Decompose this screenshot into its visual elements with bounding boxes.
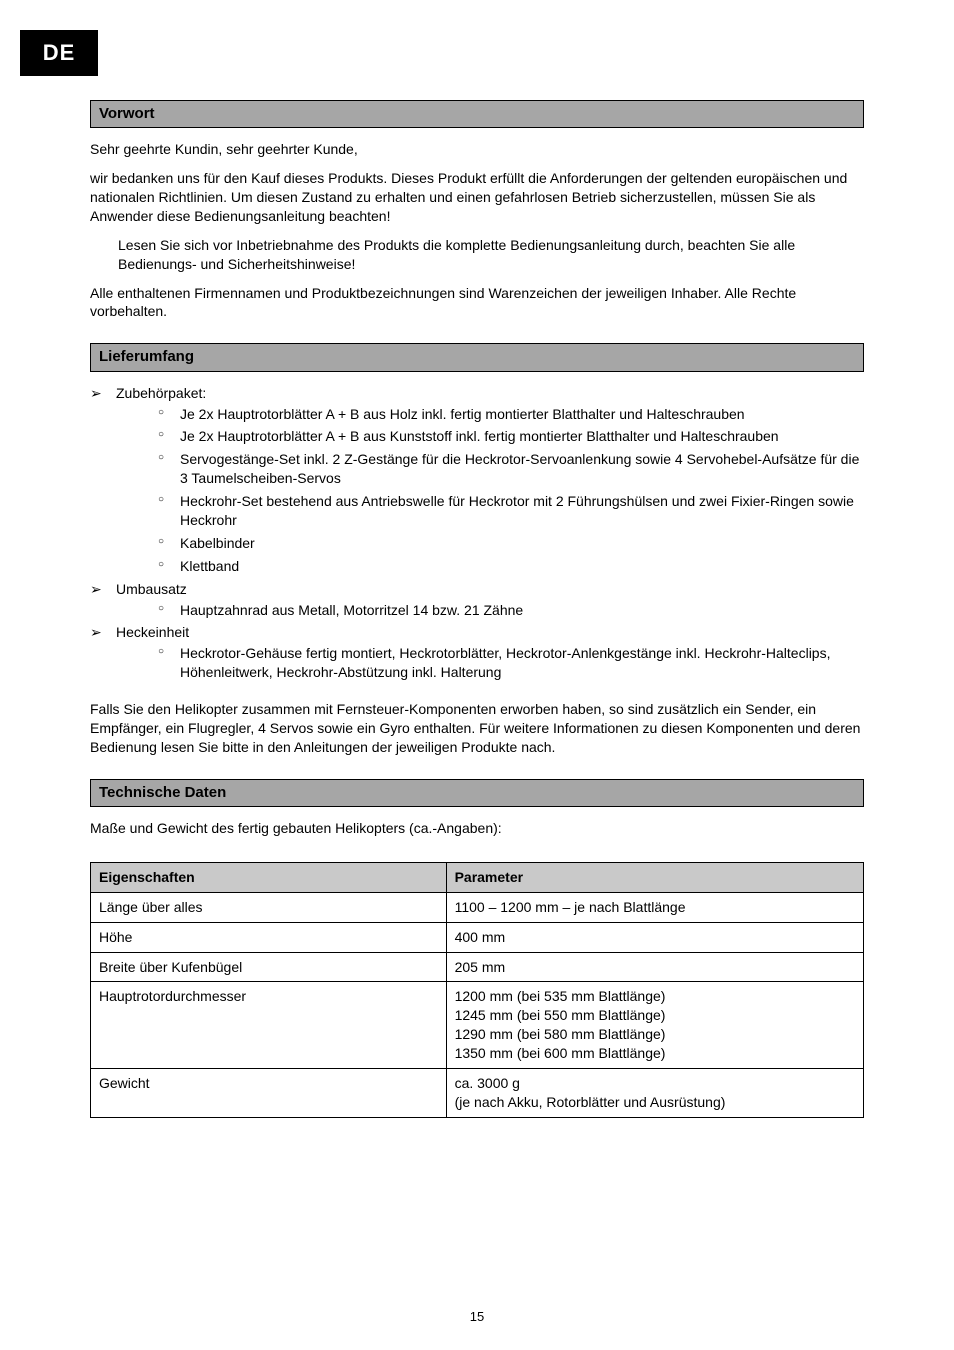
section-heading-vorwort: Vorwort (90, 100, 864, 128)
list-item-text: Klettband (180, 557, 864, 576)
table-row: Hauptrotordurchmesser 1200 mm (bei 535 m… (91, 982, 864, 1069)
list-item: ○Kabelbinder (158, 534, 864, 553)
list-item: ○Je 2x Hauptrotorblätter A + B aus Holz … (158, 405, 864, 424)
list-item-text: Kabelbinder (180, 534, 864, 553)
table-cell: Länge über alles (91, 892, 447, 922)
sub-list: ○Je 2x Hauptrotorblätter A + B aus Holz … (158, 405, 864, 576)
table-cell: ca. 3000 g (je nach Akku, Rotorblätter u… (446, 1069, 863, 1118)
list-item: ○Heckrohr-Set bestehend aus Antriebswell… (158, 492, 864, 530)
spec-table: Eigenschaften Parameter Länge über alles… (90, 862, 864, 1118)
list-item-text: Heckrotor-Gehäuse fertig montiert, Heckr… (180, 644, 864, 682)
table-row: Breite über Kufenbügel 205 mm (91, 952, 864, 982)
table-cell: 1100 – 1200 mm – je nach Blattlänge (446, 892, 863, 922)
list-item: ○Je 2x Hauptrotorblätter A + B aus Kunst… (158, 427, 864, 446)
list-item: ➢ Umbausatz ○Hauptzahnrad aus Metall, Mo… (90, 580, 864, 620)
language-tab: DE (20, 30, 98, 76)
circle-icon: ○ (158, 405, 180, 421)
delivery-scope-list: ➢ Zubehörpaket: ○Je 2x Hauptrotorblätter… (90, 384, 864, 682)
paragraph: Sehr geehrte Kundin, sehr geehrter Kunde… (90, 140, 864, 159)
paragraph: Maße und Gewicht des fertig gebauten Hel… (90, 819, 864, 838)
list-item: ○Hauptzahnrad aus Metall, Motorritzel 14… (158, 601, 864, 620)
list-item-label: Heckeinheit (116, 623, 189, 642)
circle-icon: ○ (158, 534, 180, 550)
list-item-text: Hauptzahnrad aus Metall, Motorritzel 14 … (180, 601, 864, 620)
list-item: ○Heckrotor-Gehäuse fertig montiert, Heck… (158, 644, 864, 682)
table-cell: 400 mm (446, 922, 863, 952)
table-row: Länge über alles 1100 – 1200 mm – je nac… (91, 892, 864, 922)
page-number: 15 (0, 1308, 954, 1326)
table-cell: 1200 mm (bei 535 mm Blattlänge) 1245 mm … (446, 982, 863, 1069)
list-item: ➢ Heckeinheit ○Heckrotor-Gehäuse fertig … (90, 623, 864, 682)
list-item: ➢ Zubehörpaket: ○Je 2x Hauptrotorblätter… (90, 384, 864, 576)
paragraph: Lesen Sie sich vor Inbetriebnahme des Pr… (118, 236, 864, 274)
page-content: Vorwort Sehr geehrte Kundin, sehr geehrt… (90, 100, 864, 1118)
circle-icon: ○ (158, 601, 180, 617)
paragraph: wir bedanken uns für den Kauf dieses Pro… (90, 169, 864, 226)
list-item: ○Servogestänge-Set inkl. 2 Z-Gestänge fü… (158, 450, 864, 488)
paragraph: Falls Sie den Helikopter zusammen mit Fe… (90, 700, 864, 757)
table-cell: 205 mm (446, 952, 863, 982)
section-heading-text: Technische Daten (99, 784, 226, 801)
section-heading-lieferumfang: Lieferumfang (90, 343, 864, 371)
table-cell: Höhe (91, 922, 447, 952)
chevron-right-icon: ➢ (90, 384, 116, 403)
chevron-right-icon: ➢ (90, 580, 116, 599)
list-item-text: Heckrohr-Set bestehend aus Antriebswelle… (180, 492, 864, 530)
list-item-label: Umbausatz (116, 580, 187, 599)
paragraph: Alle enthaltenen Firmennamen und Produkt… (90, 284, 864, 322)
list-item-text: Je 2x Hauptrotorblätter A + B aus Holz i… (180, 405, 864, 424)
sub-list: ○Heckrotor-Gehäuse fertig montiert, Heck… (158, 644, 864, 682)
list-item-label: Zubehörpaket: (116, 384, 206, 403)
spec-table-wrap: Eigenschaften Parameter Länge über alles… (90, 862, 864, 1118)
table-header-cell: Parameter (446, 862, 863, 892)
page: DE Vorwort Sehr geehrte Kundin, sehr gee… (0, 0, 954, 1350)
circle-icon: ○ (158, 427, 180, 443)
circle-icon: ○ (158, 450, 180, 466)
table-header-cell: Eigenschaften (91, 862, 447, 892)
circle-icon: ○ (158, 644, 180, 660)
table-cell: Breite über Kufenbügel (91, 952, 447, 982)
table-cell: Hauptrotordurchmesser (91, 982, 447, 1069)
language-tab-label: DE (43, 38, 76, 68)
section-heading-text: Vorwort (99, 105, 155, 122)
sub-list: ○Hauptzahnrad aus Metall, Motorritzel 14… (158, 601, 864, 620)
circle-icon: ○ (158, 557, 180, 573)
section-heading-technische-daten: Technische Daten (90, 779, 864, 807)
section-heading-text: Lieferumfang (99, 348, 194, 365)
list-item-text: Servogestänge-Set inkl. 2 Z-Gestänge für… (180, 450, 864, 488)
chevron-right-icon: ➢ (90, 623, 116, 642)
list-item-text: Je 2x Hauptrotorblätter A + B aus Kunsts… (180, 427, 864, 446)
table-row: Gewicht ca. 3000 g (je nach Akku, Rotorb… (91, 1069, 864, 1118)
list-item: ○Klettband (158, 557, 864, 576)
table-cell: Gewicht (91, 1069, 447, 1118)
circle-icon: ○ (158, 492, 180, 508)
table-header-row: Eigenschaften Parameter (91, 862, 864, 892)
table-row: Höhe 400 mm (91, 922, 864, 952)
